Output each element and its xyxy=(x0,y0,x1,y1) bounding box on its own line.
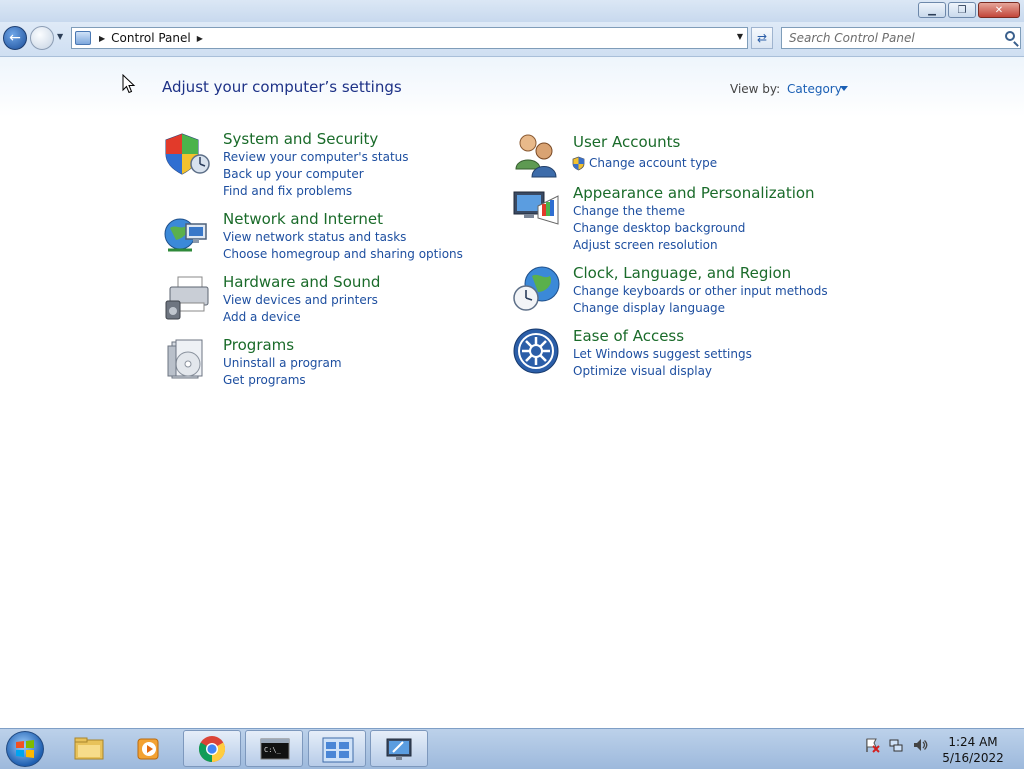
link-display-language[interactable]: Change display language xyxy=(573,301,725,315)
clock-date: 5/16/2022 xyxy=(942,751,1004,765)
link-add-device[interactable]: Add a device xyxy=(223,310,301,324)
page-title: Adjust your computer’s settings xyxy=(162,78,402,96)
monitor-icon xyxy=(386,738,412,760)
globe-clock-icon xyxy=(513,266,560,311)
link-change-theme[interactable]: Change the theme xyxy=(573,204,685,218)
network-globe-icon xyxy=(164,218,207,252)
programs-disc-icon xyxy=(167,339,203,379)
search-input[interactable]: Search Control Panel xyxy=(781,27,1021,49)
back-button[interactable]: ← xyxy=(3,26,27,50)
breadcrumb-chevron-icon[interactable]: ▶ xyxy=(197,34,203,43)
shield-icon xyxy=(165,133,210,175)
refresh-icon: ⇄ xyxy=(756,31,768,45)
refresh-button[interactable]: ⇄ xyxy=(751,27,773,49)
chevron-down-icon[interactable] xyxy=(840,86,848,91)
taskbar-command-prompt[interactable]: C:\_ xyxy=(245,730,303,767)
breadcrumb-chevron-icon[interactable]: ▶ xyxy=(99,34,105,43)
users-icon xyxy=(515,134,557,178)
taskbar-media-player[interactable] xyxy=(120,730,178,767)
taskbar: C:\_ 1:24 AM 5/16/2022 xyxy=(0,728,1024,769)
search-placeholder: Search Control Panel xyxy=(789,31,915,45)
control-panel-icon xyxy=(322,737,354,763)
link-suggest-settings[interactable]: Let Windows suggest settings xyxy=(573,347,752,361)
category-title[interactable]: Clock, Language, and Region xyxy=(573,264,791,282)
media-player-icon xyxy=(137,738,159,760)
forward-button[interactable] xyxy=(30,26,54,50)
taskbar-chrome[interactable] xyxy=(183,730,241,767)
link-change-account-type[interactable]: Change account type xyxy=(589,156,717,170)
link-back-up[interactable]: Back up your computer xyxy=(223,167,364,181)
start-button[interactable] xyxy=(6,731,44,767)
link-devices-printers[interactable]: View devices and printers xyxy=(223,293,378,307)
window-controls: ▁ ❐ ✕ xyxy=(918,2,1020,18)
clock[interactable]: 1:24 AM 5/16/2022 xyxy=(930,734,1016,766)
arrow-left-icon: ← xyxy=(9,30,21,46)
clock-time: 1:24 AM xyxy=(948,735,998,749)
category-title[interactable]: Network and Internet xyxy=(223,210,383,228)
ease-of-access-icon xyxy=(513,328,559,374)
link-get-programs[interactable]: Get programs xyxy=(223,373,306,387)
address-bar[interactable]: ▶ Control Panel ▶ ▼ xyxy=(71,27,748,49)
link-optimize-display[interactable]: Optimize visual display xyxy=(573,364,712,378)
restore-button[interactable]: ❐ xyxy=(948,2,976,18)
breadcrumb-control-panel[interactable]: Control Panel xyxy=(111,31,191,45)
command-prompt-icon: C:\_ xyxy=(260,738,290,760)
link-find-fix[interactable]: Find and fix problems xyxy=(223,184,352,198)
minimize-button[interactable]: ▁ xyxy=(918,2,946,18)
link-desktop-background[interactable]: Change desktop background xyxy=(573,221,745,235)
network-icon[interactable] xyxy=(888,737,904,753)
link-uninstall[interactable]: Uninstall a program xyxy=(223,356,342,370)
recent-pages-dropdown[interactable]: ▼ xyxy=(57,32,67,44)
uac-shield-icon xyxy=(572,156,585,171)
control-panel-icon xyxy=(75,31,91,45)
link-change-keyboards[interactable]: Change keyboards or other input methods xyxy=(573,284,828,298)
search-icon[interactable] xyxy=(1005,31,1015,41)
category-title[interactable]: Programs xyxy=(223,336,294,354)
category-title[interactable]: User Accounts xyxy=(573,133,680,151)
chevron-down-icon[interactable]: ▼ xyxy=(737,32,743,41)
navigation-bar: ← ▼ ▶ Control Panel ▶ ▼ ⇄ Search Control… xyxy=(0,22,1024,57)
action-center-flag-icon[interactable] xyxy=(864,737,880,753)
title-bar: ▁ ❐ ✕ xyxy=(0,0,1024,22)
folder-icon xyxy=(74,737,104,760)
link-review-status[interactable]: Review your computer's status xyxy=(223,150,409,164)
taskbar-display-settings[interactable] xyxy=(370,730,428,767)
link-network-status[interactable]: View network status and tasks xyxy=(223,230,406,244)
chrome-icon xyxy=(198,736,226,763)
volume-icon[interactable] xyxy=(912,737,928,753)
category-title[interactable]: Ease of Access xyxy=(573,327,684,345)
svg-text:C:\_: C:\_ xyxy=(264,746,282,754)
system-tray xyxy=(864,737,928,753)
printer-speaker-icon xyxy=(165,276,209,320)
category-title[interactable]: Appearance and Personalization xyxy=(573,184,815,202)
windows-logo-icon xyxy=(16,740,34,758)
link-screen-resolution[interactable]: Adjust screen resolution xyxy=(573,238,718,252)
category-title[interactable]: System and Security xyxy=(223,130,378,148)
view-by-dropdown[interactable]: Category xyxy=(787,82,842,96)
category-title[interactable]: Hardware and Sound xyxy=(223,273,380,291)
monitor-palette-icon xyxy=(513,191,559,225)
taskbar-control-panel[interactable] xyxy=(308,730,366,767)
view-by-label: View by: xyxy=(730,82,781,96)
taskbar-explorer[interactable] xyxy=(60,730,118,767)
link-homegroup[interactable]: Choose homegroup and sharing options xyxy=(223,247,463,261)
close-button[interactable]: ✕ xyxy=(978,2,1020,18)
